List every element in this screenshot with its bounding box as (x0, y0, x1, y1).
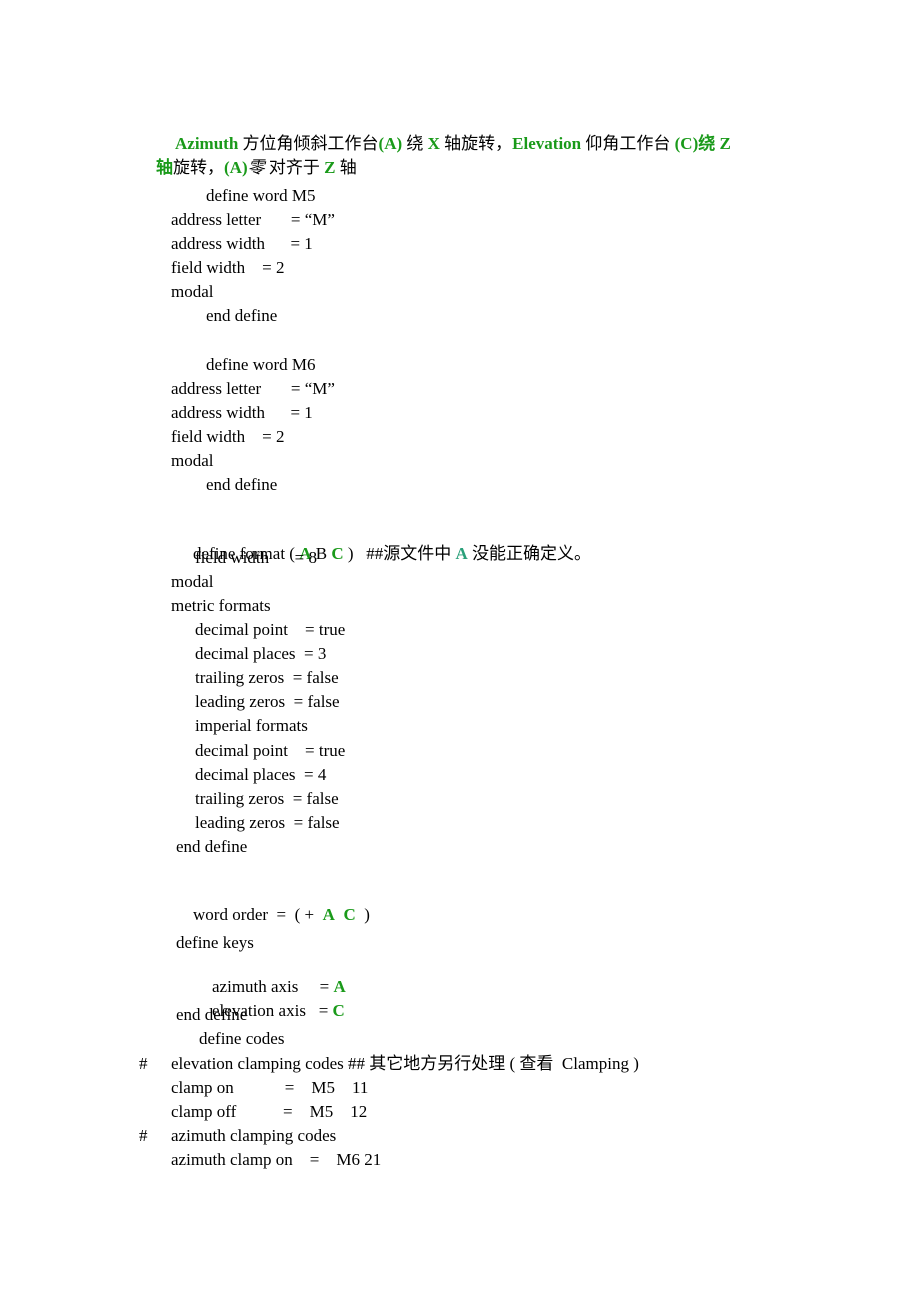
code-line: address width = 1 (171, 403, 313, 422)
code-line: end define (176, 837, 248, 856)
code-line: define keys (176, 933, 254, 952)
code-line: define word M5 (206, 186, 316, 205)
code-line: field width = 2 (171, 258, 285, 277)
code-line: modal (171, 451, 214, 470)
code-line: leading zeros = false (195, 692, 340, 711)
hash-marker: # (139, 1054, 148, 1073)
code-line: azimuth clamp on = M6 21 (171, 1150, 382, 1169)
code-line: decimal places = 3 (195, 644, 327, 663)
code-line: address letter = “M” (171, 379, 335, 398)
code-line: end define (176, 1005, 248, 1024)
code-line: address letter = “M” (171, 210, 335, 229)
code-line: define word M6 (206, 355, 316, 374)
heading-elevation: Elevation (512, 134, 582, 153)
code-line: trailing zeros = false (195, 668, 339, 687)
code-line: define codes (199, 1029, 285, 1048)
code-line: end define (206, 475, 278, 494)
hash-marker: # (139, 1126, 148, 1145)
code-line: modal (171, 572, 214, 591)
code-line: trailing zeros = false (195, 789, 339, 808)
code-line: azimuth clamping codes (171, 1126, 337, 1145)
code-line: imperial formats (195, 716, 308, 735)
code-line: leading zeros = false (195, 813, 340, 832)
code-line: end define (206, 306, 278, 325)
code-line: decimal places = 4 (195, 765, 327, 784)
code-line: field width = 2 (171, 427, 285, 446)
code-line: modal (171, 282, 214, 301)
code-line: clamp on = M5 11 (171, 1078, 369, 1097)
code-line: address width = 1 (171, 234, 313, 253)
code-line: metric formats (171, 596, 271, 615)
code-line: field width = 8 (195, 548, 317, 567)
code-line: decimal point = true (195, 620, 346, 639)
code-line: clamp off = M5 12 (171, 1102, 368, 1121)
code-line: elevation clamping codes ## 其它地方另行处理 ( 查… (171, 1054, 639, 1073)
zero-glyph: 零 (247, 158, 265, 177)
code-line: decimal point = true (195, 741, 346, 760)
